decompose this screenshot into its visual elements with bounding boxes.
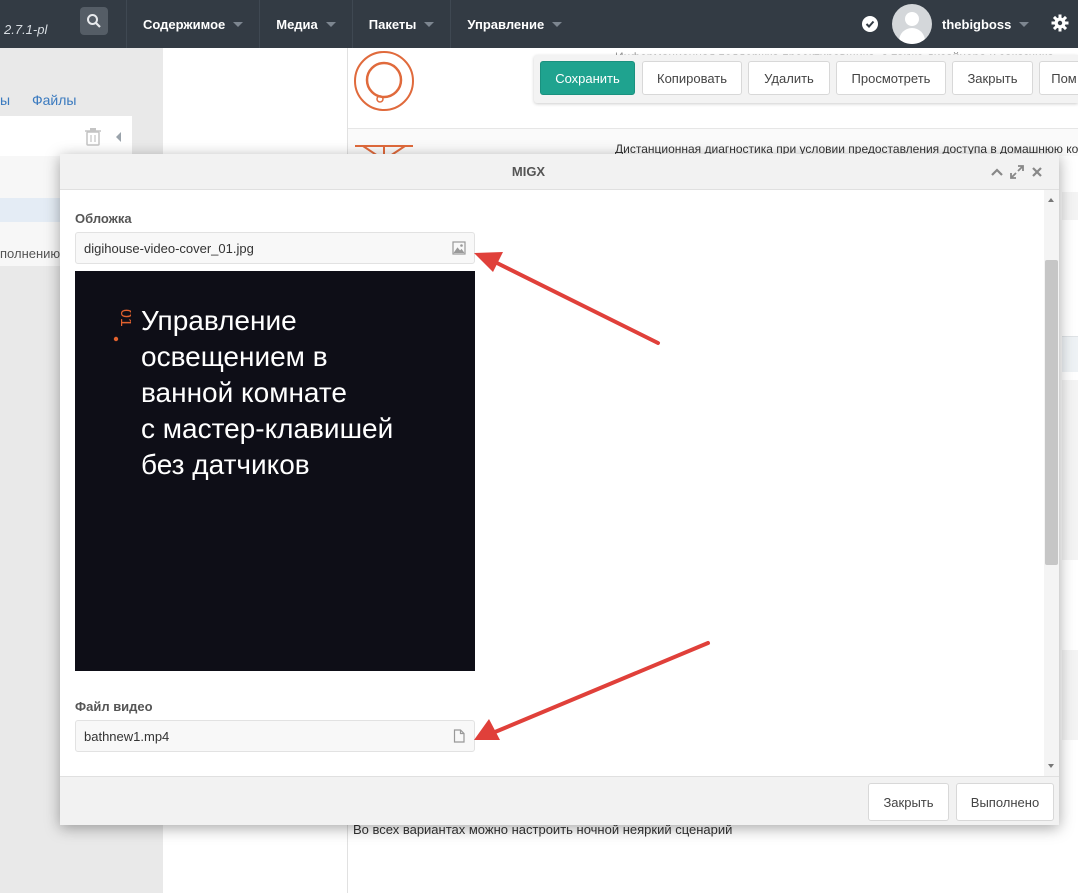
- help-button[interactable]: Пом: [1039, 61, 1078, 95]
- image-icon[interactable]: [452, 241, 466, 255]
- file-icon[interactable]: [452, 729, 466, 743]
- avatar[interactable]: [892, 4, 932, 44]
- username[interactable]: thebigboss: [942, 17, 1011, 32]
- search-icon: [87, 14, 101, 28]
- check-icon[interactable]: [862, 16, 878, 32]
- dialog-done-button[interactable]: Выполнено: [956, 783, 1054, 821]
- dialog-body: Обложка digihouse-video-cover_01.jpg 01 …: [60, 190, 1044, 776]
- service-logo: [354, 51, 414, 111]
- chevron-down-icon: [424, 21, 435, 27]
- menu-content[interactable]: Содержимое: [126, 0, 259, 48]
- menu-manage-label: Управление: [467, 16, 545, 32]
- gear-icon[interactable]: [1050, 13, 1070, 33]
- dialog-close-button[interactable]: Закрыть: [868, 783, 949, 821]
- background-row: [1062, 336, 1078, 372]
- chevron-down-icon: [325, 21, 336, 27]
- video-label: Файл видео: [75, 699, 153, 714]
- tree-item-label[interactable]: полнению: [0, 246, 60, 261]
- background-row: [1062, 192, 1078, 220]
- background-row: [1062, 380, 1078, 560]
- menu-manage[interactable]: Управление: [450, 0, 578, 48]
- chevron-down-icon: [552, 21, 563, 27]
- tab-resources[interactable]: ы: [0, 92, 10, 108]
- menu-packages[interactable]: Пакеты: [351, 0, 451, 48]
- scroll-up-icon[interactable]: [1048, 198, 1054, 202]
- version-label: 2.7.1-pl: [4, 22, 48, 37]
- video-file-value: bathnew1.mp4: [84, 728, 170, 744]
- tree-toolbar: [0, 116, 132, 156]
- search-button[interactable]: [80, 7, 108, 35]
- menu-media[interactable]: Медиа: [259, 0, 352, 48]
- main-menu: Содержимое Медиа Пакеты Управление: [126, 0, 578, 48]
- preview-number: 01: [113, 309, 131, 342]
- dialog-title: MIGX: [511, 164, 546, 179]
- trash-icon[interactable]: [85, 128, 101, 146]
- dialog-header[interactable]: MIGX: [60, 154, 1059, 190]
- cover-label: Обложка: [75, 211, 132, 226]
- scroll-thumb[interactable]: [1045, 260, 1058, 565]
- collapse-icon[interactable]: [116, 132, 121, 142]
- view-button[interactable]: Просмотреть: [836, 61, 946, 95]
- dialog-scrollbar[interactable]: [1044, 190, 1059, 776]
- cover-image-preview: 01 Управление освещением в ванной комнат…: [75, 271, 475, 671]
- copy-button[interactable]: Копировать: [642, 61, 742, 95]
- migx-dialog: MIGX Обложка digihouse-video-cover_01.jp…: [60, 154, 1059, 825]
- user-menu[interactable]: thebigboss: [862, 0, 1030, 48]
- chevron-down-icon: [233, 21, 244, 27]
- action-toolbar: Сохранить Копировать Удалить Просмотреть…: [534, 55, 1078, 103]
- delete-button[interactable]: Удалить: [748, 61, 830, 95]
- menu-packages-label: Пакеты: [368, 16, 417, 32]
- preview-number-text: 01: [117, 309, 131, 327]
- cover-image-field[interactable]: digihouse-video-cover_01.jpg: [75, 232, 475, 264]
- tab-files[interactable]: Файлы: [32, 92, 76, 108]
- close-button[interactable]: Закрыть: [952, 61, 1033, 95]
- close-icon[interactable]: [1030, 165, 1044, 179]
- top-navbar: 2.7.1-pl Содержимое Медиа Пакеты Управле…: [0, 0, 1078, 48]
- preview-heading: Управление освещением в ванной комнате с…: [141, 305, 394, 480]
- video-file-field[interactable]: bathnew1.mp4: [75, 720, 475, 752]
- dialog-controls: [990, 165, 1044, 179]
- collapse-icon[interactable]: [990, 165, 1004, 179]
- cover-image-value: digihouse-video-cover_01.jpg: [84, 240, 254, 256]
- maximize-icon[interactable]: [1010, 165, 1024, 179]
- dialog-footer: Закрыть Выполнено: [60, 776, 1059, 825]
- menu-content-label: Содержимое: [143, 16, 226, 32]
- save-button[interactable]: Сохранить: [540, 61, 635, 95]
- menu-media-label: Медиа: [276, 16, 318, 32]
- scroll-down-icon[interactable]: [1048, 764, 1054, 768]
- chevron-down-icon: [1019, 21, 1030, 27]
- background-row: [1062, 650, 1078, 740]
